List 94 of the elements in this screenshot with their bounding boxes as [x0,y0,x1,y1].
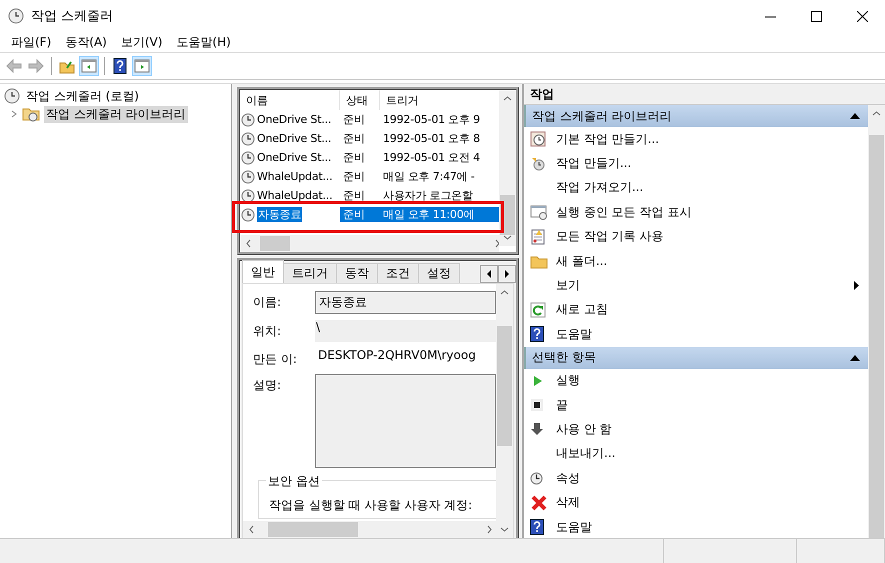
clock-icon [241,112,255,126]
table-cell-text: 준비 [342,188,366,203]
tab[interactable]: 트리거 [283,263,337,283]
task-name[interactable]: WhaleUpdat... [257,170,332,183]
action-link[interactable]: 작업 만들기... [556,155,632,172]
group-text: 작업을 실행할 때 사용할 사용자 계정: [269,498,472,512]
task-name[interactable]: OneDrive St... [257,151,332,164]
table-cell-text: 준비 [342,150,366,165]
tab-scroll-left-button[interactable] [480,265,498,283]
pane-icon [81,58,97,74]
task-name[interactable]: OneDrive St... [257,113,332,126]
pane-icon [134,58,150,74]
tab-scroll-right-button[interactable] [498,265,516,283]
clock-icon [4,88,20,104]
right-triangle-icon [504,270,510,278]
action-link[interactable]: 새 폴더... [556,252,608,270]
table-cell-text: 준비 [342,169,366,184]
help-icon [530,326,544,342]
menu-item[interactable]: 보기(V) [114,34,170,50]
left-triangle-icon [486,270,492,278]
tree-item[interactable]: 작업 스케줄러 (로컬) [24,88,141,104]
field-label: 설명: [253,377,282,394]
clock-icon [241,132,255,146]
forward-arrow-icon [28,58,44,74]
section-header[interactable]: 선택한 항목 [524,346,868,369]
table-cell-text: 준비 [342,112,366,127]
section-header[interactable]: 작업 스케줄러 라이브러리 [524,105,868,127]
group-title: 보안 옵션 [266,473,322,490]
action-link[interactable]: 모든 작업 기록 사용 [556,228,664,246]
text-field[interactable]: 자동종료 [315,291,496,314]
maximize-icon [810,10,822,22]
action-link[interactable]: 새로 고침 [556,301,608,318]
action-link[interactable]: 도움말 [556,326,592,343]
task-name[interactable]: WhaleUpdat... [257,189,332,202]
close-icon [856,10,868,22]
table-cell-text: 1992-05-01 오전 4 [382,150,481,165]
section-title: 선택한 항목 [532,349,596,366]
tab[interactable]: 동작 [336,263,378,283]
action-link[interactable]: 도움말 [556,518,592,536]
column-header[interactable]: 상태 [340,90,380,110]
location-value: \ [315,320,496,342]
section-title: 작업 스케줄러 라이브러리 [532,108,672,124]
pane-title: 작업 [524,84,885,105]
tab[interactable]: 일반 [242,260,284,283]
tab[interactable]: 조건 [377,263,419,283]
clock-icon [530,472,543,485]
table-cell: 매일 오후 11:00에 [380,207,499,222]
back-arrow-icon [6,58,22,74]
window-title: 작업 스케줄러 [31,8,114,25]
action-link[interactable]: 사용 안 함 [556,420,612,438]
table-cell: 준비 [340,207,380,222]
clock-icon [530,156,546,172]
column-header[interactable]: 이름 [240,90,340,110]
table-cell-text: 매일 오후 7:47에 - [382,169,476,184]
field-label: 이름: [253,294,282,311]
clock-icon [241,170,255,184]
field-label: 위치: [253,323,282,340]
clock-icon [241,188,255,202]
action-link[interactable]: 작업 가져오기... [556,179,644,196]
menu-item[interactable]: 파일(F) [4,34,58,50]
action-link[interactable]: 기본 작업 만들기... [556,130,660,148]
table-cell-text: 1992-05-01 오후 8 [382,131,481,146]
delete-icon [530,494,548,512]
refresh-icon [530,302,546,318]
task-name[interactable]: OneDrive St... [257,132,332,145]
folder-clock-icon [22,106,40,122]
help-icon [530,519,544,536]
help-icon [112,58,128,74]
author-value: DESKTOP-2QHRV0M\ryoog [317,348,477,364]
field-label: 만든 이: [253,351,298,368]
table-cell-text: 준비 [342,131,366,146]
clock-icon [241,208,255,222]
menu-item[interactable]: 도움말(H) [169,34,238,50]
tab[interactable]: 설정 [418,263,460,283]
action-link[interactable]: 속성 [556,470,580,487]
description-field[interactable] [315,374,496,468]
calendar-clock-icon [530,131,546,148]
action-link[interactable]: 내보내기... [556,445,616,462]
action-link[interactable]: 삭제 [556,494,580,512]
action-link[interactable]: 실행 중인 모든 작업 표시 [556,204,692,221]
clock-icon [241,150,255,164]
action-link[interactable]: 보기 [556,277,580,294]
table-cell-text: 1992-05-01 오후 9 [382,112,481,127]
log-book-icon [530,228,546,245]
menu-item[interactable]: 동작(A) [58,34,114,50]
clock-icon [8,8,24,24]
stop-icon [530,398,544,412]
task-name[interactable]: 자동종료 [257,207,302,222]
table-cell-text: 사용자가 로그온할 [382,188,474,203]
action-link[interactable]: 실행 [556,372,580,390]
window-clock-icon [530,204,548,220]
tree-item[interactable]: 작업 스케줄러 라이브러리 [44,106,188,122]
action-link[interactable]: 끝 [556,396,568,414]
down-arrow-icon [530,422,544,436]
